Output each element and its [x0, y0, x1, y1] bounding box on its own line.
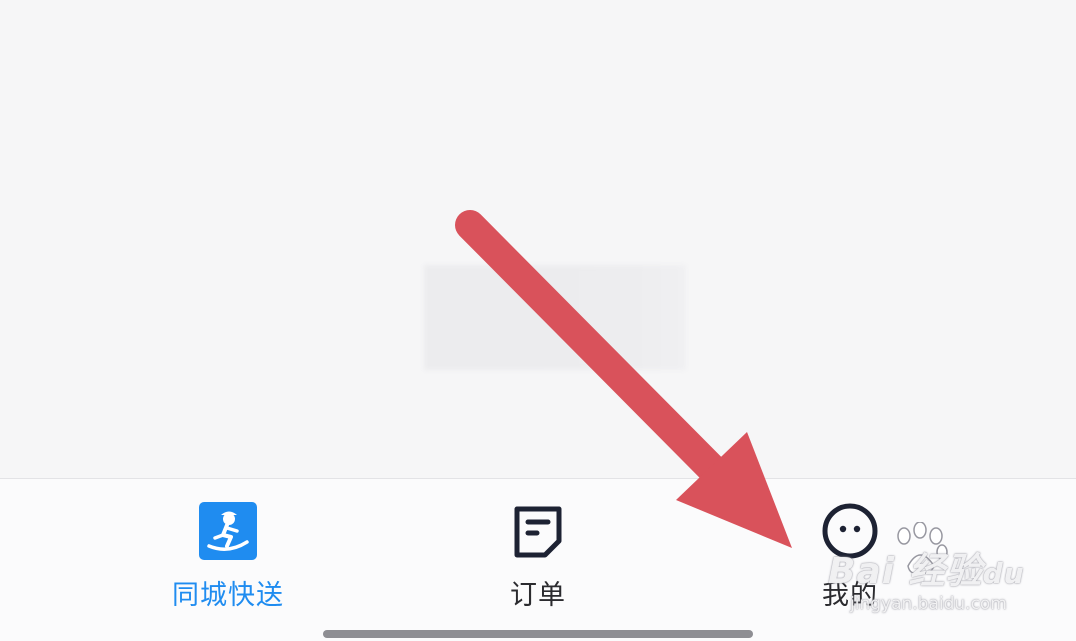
tab-label: 同城快送 — [172, 580, 284, 611]
blurred-content-block — [424, 265, 686, 370]
baidu-watermark: Bai 经验du jingyan.baidu.com — [820, 522, 1030, 622]
watermark-url: jingyan.baidu.com — [850, 594, 1007, 614]
tab-same-city-delivery[interactable]: 同城快送 — [118, 501, 338, 621]
watermark-brand: Bai 经验du — [828, 551, 1025, 592]
home-indicator[interactable] — [323, 630, 753, 638]
tab-label: 订单 — [510, 580, 566, 611]
tab-orders[interactable]: 订单 — [428, 501, 648, 621]
runner-icon — [198, 501, 258, 561]
content-area — [0, 0, 1076, 478]
order-note-icon — [508, 501, 568, 561]
